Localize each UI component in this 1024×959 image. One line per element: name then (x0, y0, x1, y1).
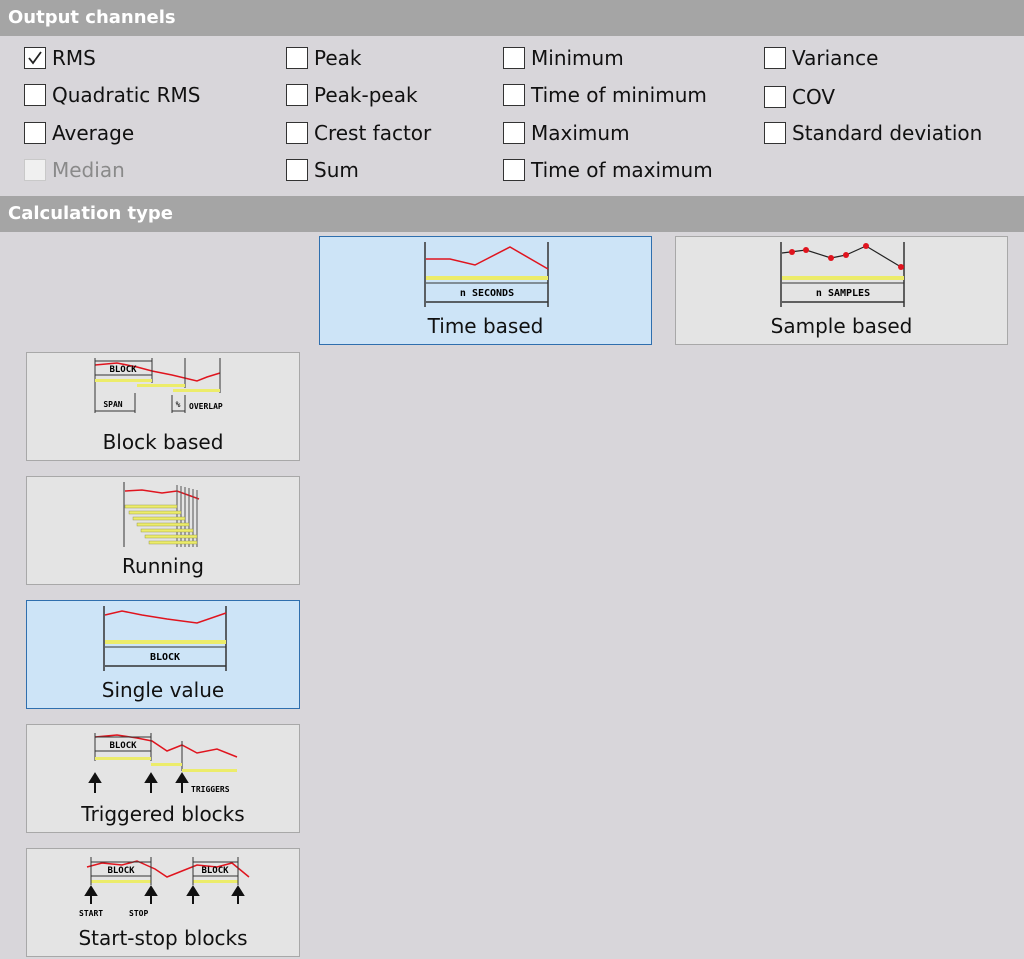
checkbox-average[interactable]: Average (24, 118, 134, 148)
checkbox-label: Peak-peak (314, 83, 418, 107)
overlap-label-text: OVERLAP (189, 402, 223, 411)
block-label-text-1: BLOCK (107, 866, 135, 876)
tile-single-value[interactable]: BLOCK Single value (26, 600, 300, 709)
checkbox-box[interactable] (503, 159, 525, 181)
tile-label: Triggered blocks (81, 802, 245, 826)
checkbox-label: Standard deviation (792, 121, 983, 145)
checkbox-box[interactable] (764, 122, 786, 144)
checkbox-maximum[interactable]: Maximum (503, 118, 630, 148)
checkbox-box[interactable] (286, 47, 308, 69)
checkbox-box[interactable] (503, 84, 525, 106)
checkbox-box[interactable] (286, 122, 308, 144)
checkbox-box[interactable] (286, 84, 308, 106)
tile-start-stop-blocks[interactable]: BLOCK BLOCK START STOP Start-stop blocks (26, 848, 300, 957)
block-based-icon: BLOCK SPAN % OVERLAP (94, 358, 223, 413)
checkbox-box[interactable] (503, 47, 525, 69)
checkmark-icon (28, 51, 42, 65)
checkbox-label: Sum (314, 158, 359, 182)
tile-label: Sample based (770, 314, 913, 338)
running-icon (123, 482, 200, 547)
checkbox-sum[interactable]: Sum (286, 155, 359, 185)
checkbox-label: Variance (792, 46, 879, 70)
checkbox-peak-peak[interactable]: Peak-peak (286, 80, 418, 110)
checkbox-rms[interactable]: RMS (24, 43, 96, 73)
tile-block-based[interactable]: BLOCK SPAN % OVERLAP Block based (26, 352, 300, 461)
start-label-text: START (79, 909, 103, 918)
checkbox-quadratic-rms[interactable]: Quadratic RMS (24, 80, 200, 110)
tile-sample-based[interactable]: n SAMPLES Sample based (675, 236, 1008, 345)
span-label-text: SPAN (103, 400, 122, 409)
checkbox-time-of-maximum[interactable]: Time of maximum (503, 155, 713, 185)
percent-label-text: % (176, 400, 181, 409)
checkbox-cov[interactable]: COV (764, 82, 835, 112)
block-label-text-2: BLOCK (201, 866, 229, 876)
checkbox-label: RMS (52, 46, 96, 70)
checkbox-variance[interactable]: Variance (764, 43, 878, 73)
checkbox-label: Peak (314, 46, 362, 70)
checkbox-label: Average (52, 121, 135, 145)
single-value-icon-text: BLOCK (150, 652, 180, 663)
checkbox-box[interactable] (24, 122, 46, 144)
checkbox-time-of-minimum[interactable]: Time of minimum (503, 80, 707, 110)
calculation-type-header: Calculation type (0, 196, 1024, 232)
checkbox-box (24, 159, 46, 181)
checkbox-peak[interactable]: Peak (286, 43, 362, 73)
start-stop-arrow-icon (84, 885, 245, 904)
time-based-icon: n SECONDS (424, 242, 549, 307)
checkbox-box[interactable] (764, 86, 786, 108)
triggered-blocks-icon: BLOCK TRIGGERS (88, 733, 238, 794)
single-value-icon: BLOCK (103, 606, 227, 671)
time-based-icon-text: n SECONDS (460, 288, 514, 299)
checkbox-box[interactable] (24, 84, 46, 106)
tile-label: Single value (101, 678, 225, 702)
checkbox-minimum[interactable]: Minimum (503, 43, 624, 73)
tile-label: Running (122, 554, 204, 578)
triggers-label-text: TRIGGERS (191, 785, 230, 794)
checkbox-box[interactable] (286, 159, 308, 181)
trigger-arrow-icon (88, 772, 189, 793)
checkbox-box[interactable] (24, 47, 46, 69)
checkbox-median: Median (24, 155, 125, 185)
tile-running[interactable]: Running (26, 476, 300, 585)
stop-label-text: STOP (129, 909, 148, 918)
checkbox-label: Median (52, 158, 125, 182)
checkbox-standard-deviation[interactable]: Standard deviation (764, 118, 982, 148)
checkbox-label: Minimum (531, 46, 624, 70)
block-label-text: BLOCK (109, 741, 137, 751)
checkbox-label: Crest factor (314, 121, 432, 145)
tile-time-based[interactable]: n SECONDS Time based (319, 236, 652, 345)
start-stop-blocks-icon: BLOCK BLOCK START STOP (79, 857, 250, 918)
checkbox-crest-factor[interactable]: Crest factor (286, 118, 431, 148)
block-label-text: BLOCK (109, 365, 137, 375)
checkbox-box[interactable] (764, 47, 786, 69)
checkbox-label: Maximum (531, 121, 630, 145)
tile-label: Time based (427, 314, 544, 338)
checkbox-label: Quadratic RMS (52, 83, 201, 107)
tile-label: Start-stop blocks (78, 926, 248, 950)
sample-based-icon: n SAMPLES (780, 242, 905, 307)
tile-triggered-blocks[interactable]: BLOCK TRIGGERS Triggered blocks (26, 724, 300, 833)
checkbox-box[interactable] (503, 122, 525, 144)
checkbox-label: Time of maximum (531, 158, 713, 182)
sample-based-icon-text: n SAMPLES (816, 288, 870, 299)
tile-label: Block based (102, 430, 224, 454)
checkbox-label: Time of minimum (531, 83, 707, 107)
checkbox-label: COV (792, 85, 836, 109)
output-channels-header: Output channels (0, 0, 1024, 36)
